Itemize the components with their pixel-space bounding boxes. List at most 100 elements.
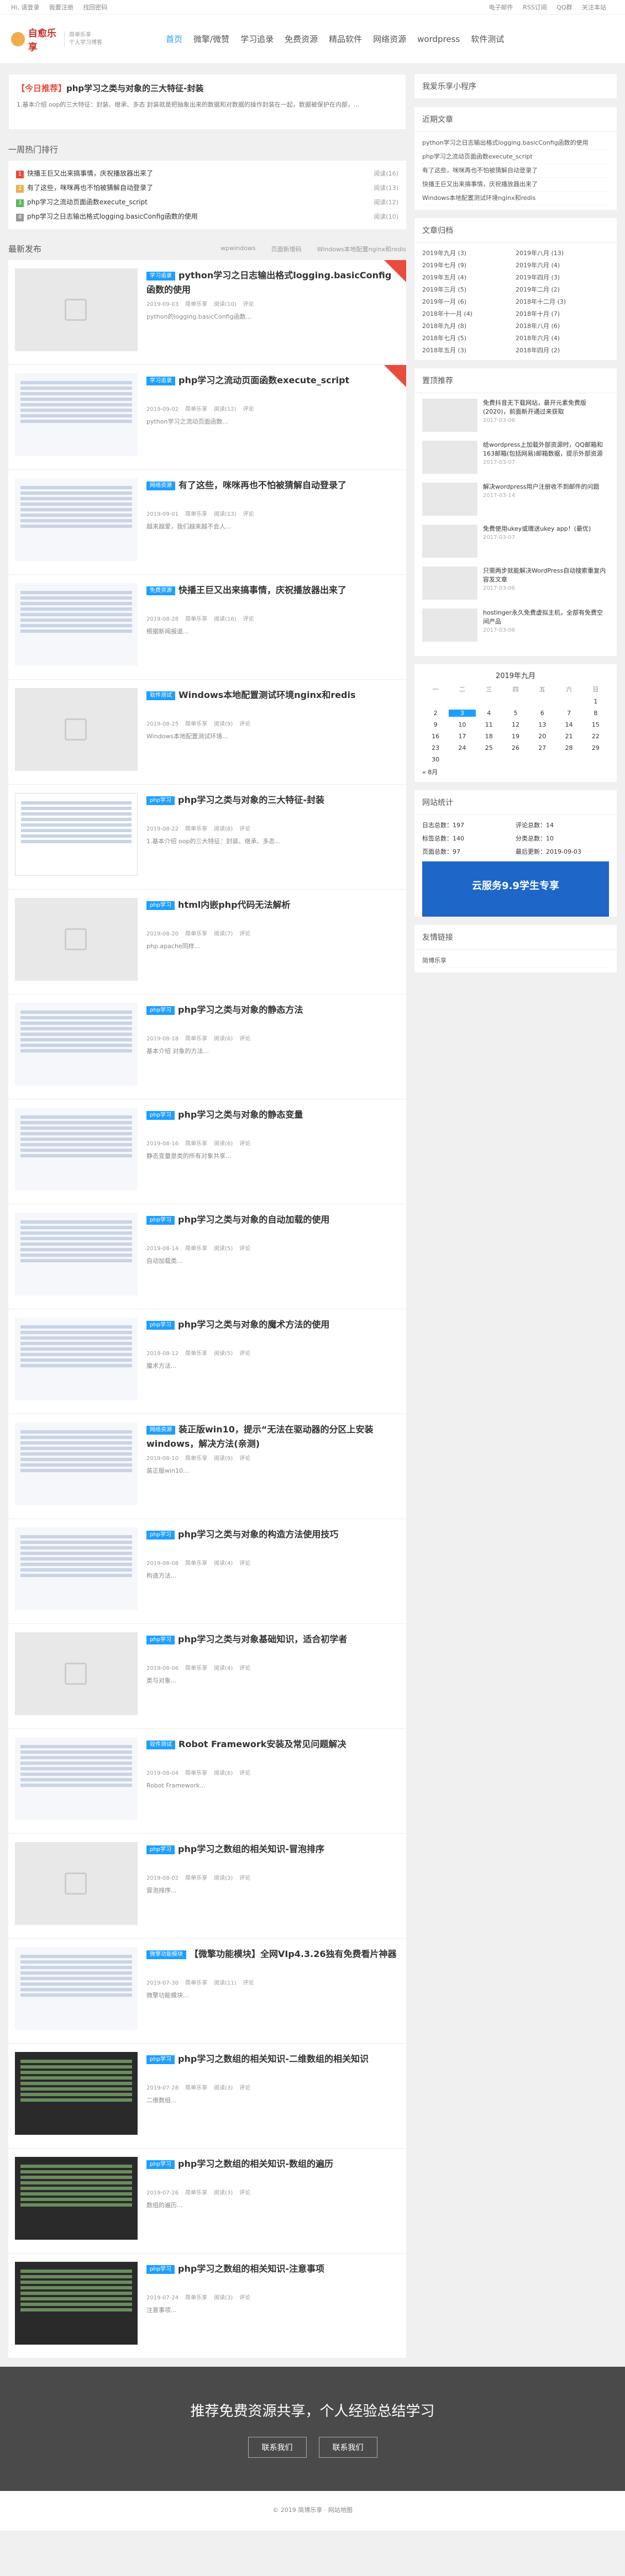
calendar-day[interactable]: 12 (502, 721, 529, 728)
article-title[interactable]: 软件测试 Robot Framework安装及常见问题解决 (146, 1737, 400, 1766)
qq-group-link[interactable]: QQ群 (556, 4, 572, 11)
article-thumbnail[interactable] (15, 2262, 138, 2345)
hot-item[interactable]: 2 有了这些，咪咪再也不怕被猜解自动登录了 阅读(13) (16, 181, 398, 195)
article-card[interactable]: php学习 php学习之类与对象的魔术方法的使用 2019-08-12 简单乐享 阅读(… (8, 1309, 406, 1414)
archive-item[interactable]: 2019年五月 (4) (422, 273, 516, 282)
article-thumbnail[interactable] (15, 583, 138, 666)
hot-item[interactable]: 3 php学习之流动页面函数execute_script 阅读(12) (16, 195, 398, 209)
promo-banner[interactable]: 云服务9.9学生专享 (422, 861, 609, 917)
archive-item[interactable]: 2018年四月 (2) (516, 346, 609, 355)
recent-item[interactable]: python学习之日志输出格式logging.basicConfig函数的使用 (422, 136, 609, 150)
recommend-item[interactable]: 给wordpress上加载外部资源时，QQ邮箱和163邮箱(包括网易)邮箱数据，… (422, 441, 609, 478)
recommend-title[interactable]: 【今日推荐】php学习之类与对象的三大特征-封装 (17, 82, 398, 94)
recommend-item[interactable]: 只需两步就能解决WordPress自动搜索重复内容发文章 2017-03-06 (422, 567, 609, 604)
nav-network[interactable]: 网络资源 (367, 14, 412, 64)
calendar-day[interactable]: 22 (582, 733, 609, 740)
nav-weiqing[interactable]: 微擎/微赞 (188, 14, 235, 64)
recommend-item[interactable]: 解决wordpress用户注册收不到邮件的问题 2017-03-14 (422, 483, 609, 520)
article-thumbnail[interactable] (15, 1632, 138, 1715)
article-card[interactable]: 网络资源 装正版win10，提示“无法在驱动器的分区上安装windows，解决方法… (8, 1414, 406, 1519)
calendar-day[interactable]: 20 (529, 733, 555, 740)
calendar-day[interactable]: 9 (422, 721, 449, 728)
archive-item[interactable]: 2019年三月 (5) (422, 285, 516, 294)
article-title[interactable]: php学习 php学习之类与对象的自动加载的使用 (146, 1213, 400, 1241)
rss-link[interactable]: RSS订阅 (523, 4, 547, 11)
latest-tab-1[interactable]: wpwindows (220, 245, 255, 253)
article-card[interactable]: php学习 php学习之类与对象的三大特征-封装 2019-08-22 简单乐享 阅读(… (8, 785, 406, 890)
article-title[interactable]: 网络资源 装正版win10，提示“无法在驱动器的分区上安装windows，解决方法… (146, 1422, 400, 1451)
article-category[interactable]: php学习 (146, 901, 175, 910)
recommend-item[interactable]: 免费使用ukey或赠送ukey app！(最优) 2017-03-07 (422, 525, 609, 562)
article-card[interactable]: 学习追录 php学习之流动页面函数execute_script 2019-09-02… (8, 365, 406, 470)
article-title[interactable]: 软件测试 Windows本地配置测试环境nginx和redis (146, 688, 400, 717)
recommend-thumbnail[interactable] (422, 525, 477, 558)
archive-item[interactable]: 2018年五月 (3) (422, 346, 516, 355)
recommend-thumbnail[interactable] (422, 609, 477, 642)
calendar-day[interactable]: 21 (555, 733, 582, 740)
calendar-day[interactable]: 11 (476, 721, 502, 728)
article-title[interactable]: 学习追录 php学习之流动页面函数execute_script (146, 373, 400, 402)
calendar-day[interactable]: 13 (529, 721, 555, 728)
nav-wordpress[interactable]: wordpress (412, 14, 465, 64)
calendar-day[interactable]: 19 (502, 733, 529, 740)
article-title[interactable]: 学习追录 python学习之日志输出格式logging.basicConfig函数… (146, 268, 400, 297)
archive-item[interactable]: 2019年二月 (2) (516, 285, 609, 294)
article-card[interactable]: php学习 php学习之数组的相关知识-冒泡排序 2019-08-02 简单乐享 阅读(… (8, 1834, 406, 1939)
calendar-day[interactable]: 1 (582, 698, 609, 705)
article-card[interactable]: php学习 php学习之数组的相关知识-注意事项 2019-07-24 简单乐享 阅读(… (8, 2254, 406, 2358)
recent-item[interactable]: Windows本地配置测试环境nginx和redis (422, 192, 609, 205)
article-title[interactable]: php学习 php学习之类与对象的构造方法使用技巧 (146, 1527, 400, 1556)
latest-tab-3[interactable]: Windows本地配置nginx和redis (317, 245, 406, 253)
archive-item[interactable]: 2018年十二月 (3) (516, 297, 609, 306)
article-title[interactable]: php学习 php学习之数组的相关知识-冒泡排序 (146, 1842, 400, 1871)
article-title[interactable]: 网络资源 有了这些，咪咪再也不怕被猜解自动登录了 (146, 478, 400, 507)
article-card[interactable]: 学习追录 python学习之日志输出格式logging.basicConfig函数… (8, 260, 406, 365)
article-category[interactable]: 微擎功能模块 (146, 1950, 186, 1959)
latest-tab-2[interactable]: 页面新增码 (271, 245, 302, 253)
recent-item[interactable]: 有了这些，咪咪再也不怕被猜解自动登录了 (422, 164, 609, 178)
recent-item[interactable]: 快播王巨又出来搞事情，庆祝播放器出来了 (422, 178, 609, 192)
contact-button-1[interactable]: 联系我们 (248, 2437, 307, 2458)
recommend-thumbnail[interactable] (422, 399, 477, 432)
article-thumbnail[interactable] (15, 1108, 138, 1191)
archive-item[interactable]: 2019年七月 (9) (422, 261, 516, 269)
article-card[interactable]: 网络资源 有了这些，咪咪再也不怕被猜解自动登录了 2019-09-01 简单乐享 阅读(… (8, 470, 406, 575)
calendar-day[interactable]: 6 (529, 710, 555, 717)
recommend-thumbnail[interactable] (422, 441, 477, 474)
article-thumbnail[interactable] (15, 688, 138, 771)
calendar-day[interactable]: 18 (476, 733, 502, 740)
article-category[interactable]: php学习 (146, 2160, 175, 2169)
register-link[interactable]: 我要注册 (49, 4, 73, 11)
calendar-day[interactable]: 3 (449, 710, 476, 717)
archive-item[interactable]: 2019年四月 (3) (516, 273, 609, 282)
article-title[interactable]: php学习 php学习之类与对象的三大特征-封装 (146, 793, 400, 822)
article-category[interactable]: 网络资源 (146, 481, 175, 490)
article-card[interactable]: php学习 php学习之数组的相关知识-二维数组的相关知识 2019-07-28 简单… (8, 2044, 406, 2149)
site-logo[interactable]: 自愈乐享 简单乐享 个人学习博客 (11, 28, 160, 53)
article-card[interactable]: php学习 php学习之类与对象的自动加载的使用 2019-08-14 简单乐享 阅读(… (8, 1204, 406, 1309)
archive-item[interactable]: 2018年十一月 (4) (422, 309, 516, 318)
calendar-day[interactable]: 27 (529, 744, 555, 752)
article-category[interactable]: php学习 (146, 1320, 175, 1330)
article-title[interactable]: 微擎功能模块 【微擎功能模块】全网VIp4.3.26独有免费看片神器 (146, 1947, 400, 1976)
article-thumbnail[interactable] (15, 373, 138, 456)
article-card[interactable]: php学习 php学习之数组的相关知识-数组的遍历 2019-07-26 简单乐享 阅读… (8, 2149, 406, 2254)
friend-link[interactable]: 简博乐享 (422, 954, 609, 968)
article-thumbnail[interactable] (15, 1737, 138, 1820)
contact-button-2[interactable]: 联系我们 (318, 2437, 377, 2458)
archive-item[interactable]: 2018年七月 (5) (422, 334, 516, 342)
article-title[interactable]: php学习 php学习之数组的相关知识-数组的遍历 (146, 2157, 400, 2186)
calendar-day[interactable]: 15 (582, 721, 609, 728)
article-category[interactable]: php学习 (146, 1530, 175, 1540)
login-link[interactable]: Hi, 请登录 (11, 4, 39, 11)
article-category[interactable]: php学习 (146, 2265, 175, 2274)
article-thumbnail[interactable] (15, 1422, 138, 1505)
article-title[interactable]: php学习 php学习之数组的相关知识-二维数组的相关知识 (146, 2052, 400, 2081)
hot-item[interactable]: 1 快播王巨又出来搞事情，庆祝播放器出来了 阅读(16) (16, 166, 398, 181)
article-title[interactable]: php学习 html内嵌php代码无法解析 (146, 898, 400, 927)
calendar-day[interactable]: 26 (502, 744, 529, 752)
article-thumbnail[interactable] (15, 793, 138, 876)
archive-item[interactable]: 2018年六月 (4) (516, 334, 609, 342)
article-title[interactable]: php学习 php学习之类与对象的静态变量 (146, 1108, 400, 1136)
article-category[interactable]: php学习 (146, 1215, 175, 1225)
